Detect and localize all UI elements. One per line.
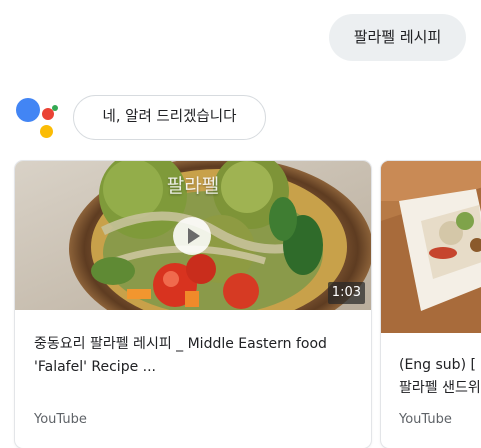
video-title-line: 중동요리 팔라펠 레시피 _ Middle Eastern food [34, 336, 327, 352]
google-assistant-logo-icon [16, 98, 62, 142]
video-thumbnail[interactable]: 팔라펠 1:03 [15, 161, 371, 310]
video-source: YouTube [34, 412, 87, 427]
thumbnail-caption: 팔라펠 [166, 175, 220, 197]
assistant-green-dot [52, 105, 58, 111]
video-source: YouTube [399, 412, 452, 427]
play-icon [188, 228, 200, 244]
video-result-card[interactable]: (Eng sub) [ 팔라펠 샌드위 YouTube [381, 161, 481, 448]
video-result-card[interactable]: 팔라펠 1:03 중동요리 팔라펠 레시피 _ Middle Eastern f… [15, 161, 371, 448]
video-title[interactable]: 중동요리 팔라펠 레시피 _ Middle Eastern food 'Fala… [34, 333, 364, 379]
assistant-reply-bubble: 네, 알려 드리겠습니다 [73, 95, 266, 140]
video-thumbnail[interactable] [381, 161, 481, 333]
play-button[interactable] [173, 217, 211, 255]
video-title-line: (Eng sub) [ [399, 357, 476, 373]
video-title-line: 'Falafel' Recipe ... [34, 359, 156, 375]
assistant-yellow-dot [40, 125, 53, 138]
video-title-line: 팔라펠 샌드위 [399, 380, 481, 396]
video-title[interactable]: (Eng sub) [ 팔라펠 샌드위 [399, 354, 481, 400]
user-query-text: 팔라펠 레시피 [353, 28, 442, 46]
assistant-blue-dot [16, 98, 40, 122]
video-duration-badge: 1:03 [327, 282, 365, 304]
falafel-sandwich-image [381, 161, 481, 333]
assistant-screen: 팔라펠 레시피 네, 알려 드리겠습니다 팔라펠 1:03 중동요리 팔라펠 레… [0, 0, 481, 448]
user-query-bubble: 팔라펠 레시피 [329, 14, 466, 61]
assistant-reply-text: 네, 알려 드리겠습니다 [102, 109, 237, 125]
